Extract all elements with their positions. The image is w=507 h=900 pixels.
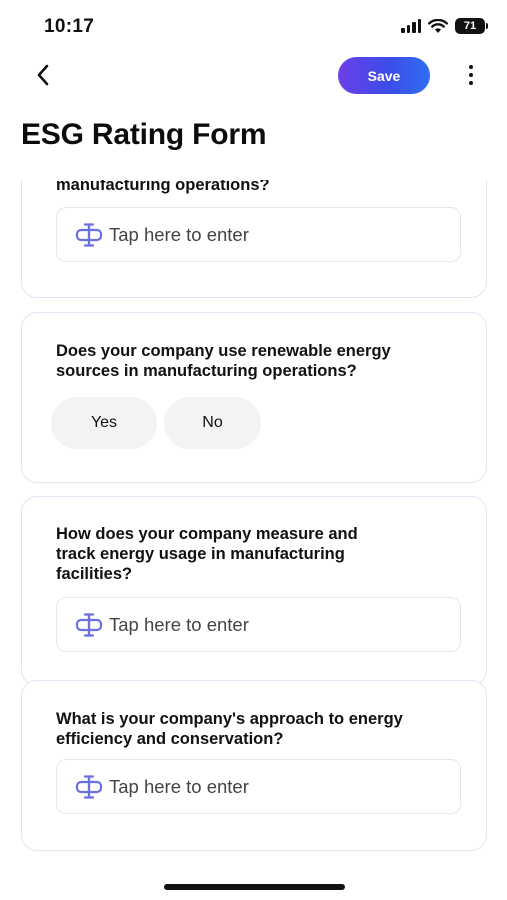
more-vertical-icon (469, 65, 473, 69)
page-title: ESG Rating Form (21, 118, 267, 151)
question-text: What is your company's approach to energ… (56, 710, 403, 748)
battery-icon: 71 (455, 18, 488, 34)
cellular-signal-icon (401, 19, 421, 33)
text-cursor-icon (75, 612, 103, 638)
back-button[interactable] (28, 58, 58, 92)
answer-input[interactable]: Tap here to enter (56, 207, 461, 262)
option-yes[interactable]: Yes (51, 397, 157, 449)
input-placeholder: Tap here to enter (109, 223, 249, 245)
status-time: 10:17 (44, 16, 95, 37)
question-text: Does your company use renewable energy s… (56, 342, 391, 380)
nav-bar: Save (0, 52, 507, 98)
text-cursor-icon (75, 222, 103, 248)
input-placeholder: Tap here to enter (109, 613, 249, 635)
question-card: manufacturing operations? Tap here to en… (21, 180, 487, 298)
chevron-left-icon (37, 64, 49, 86)
option-no[interactable]: No (164, 397, 261, 449)
answer-input[interactable]: Tap here to enter (56, 759, 461, 814)
battery-level: 71 (463, 20, 477, 32)
status-bar: 10:17 71 (0, 0, 507, 50)
question-text: How does your company measure and track … (56, 525, 358, 583)
text-cursor-icon (75, 774, 103, 800)
more-options-button[interactable] (459, 60, 483, 90)
home-indicator[interactable] (164, 884, 345, 890)
question-card: How does your company measure and track … (21, 496, 487, 686)
input-placeholder: Tap here to enter (109, 775, 249, 797)
question-card: What is your company's approach to energ… (21, 680, 487, 851)
wifi-icon (428, 18, 448, 33)
question-card: Does your company use renewable energy s… (21, 312, 487, 483)
question-text: manufacturing operations? (56, 180, 270, 194)
status-icons: 71 (401, 18, 488, 34)
save-button[interactable]: Save (338, 57, 430, 94)
answer-input[interactable]: Tap here to enter (56, 597, 461, 652)
form-scroll-area[interactable]: manufacturing operations? Tap here to en… (0, 180, 507, 870)
